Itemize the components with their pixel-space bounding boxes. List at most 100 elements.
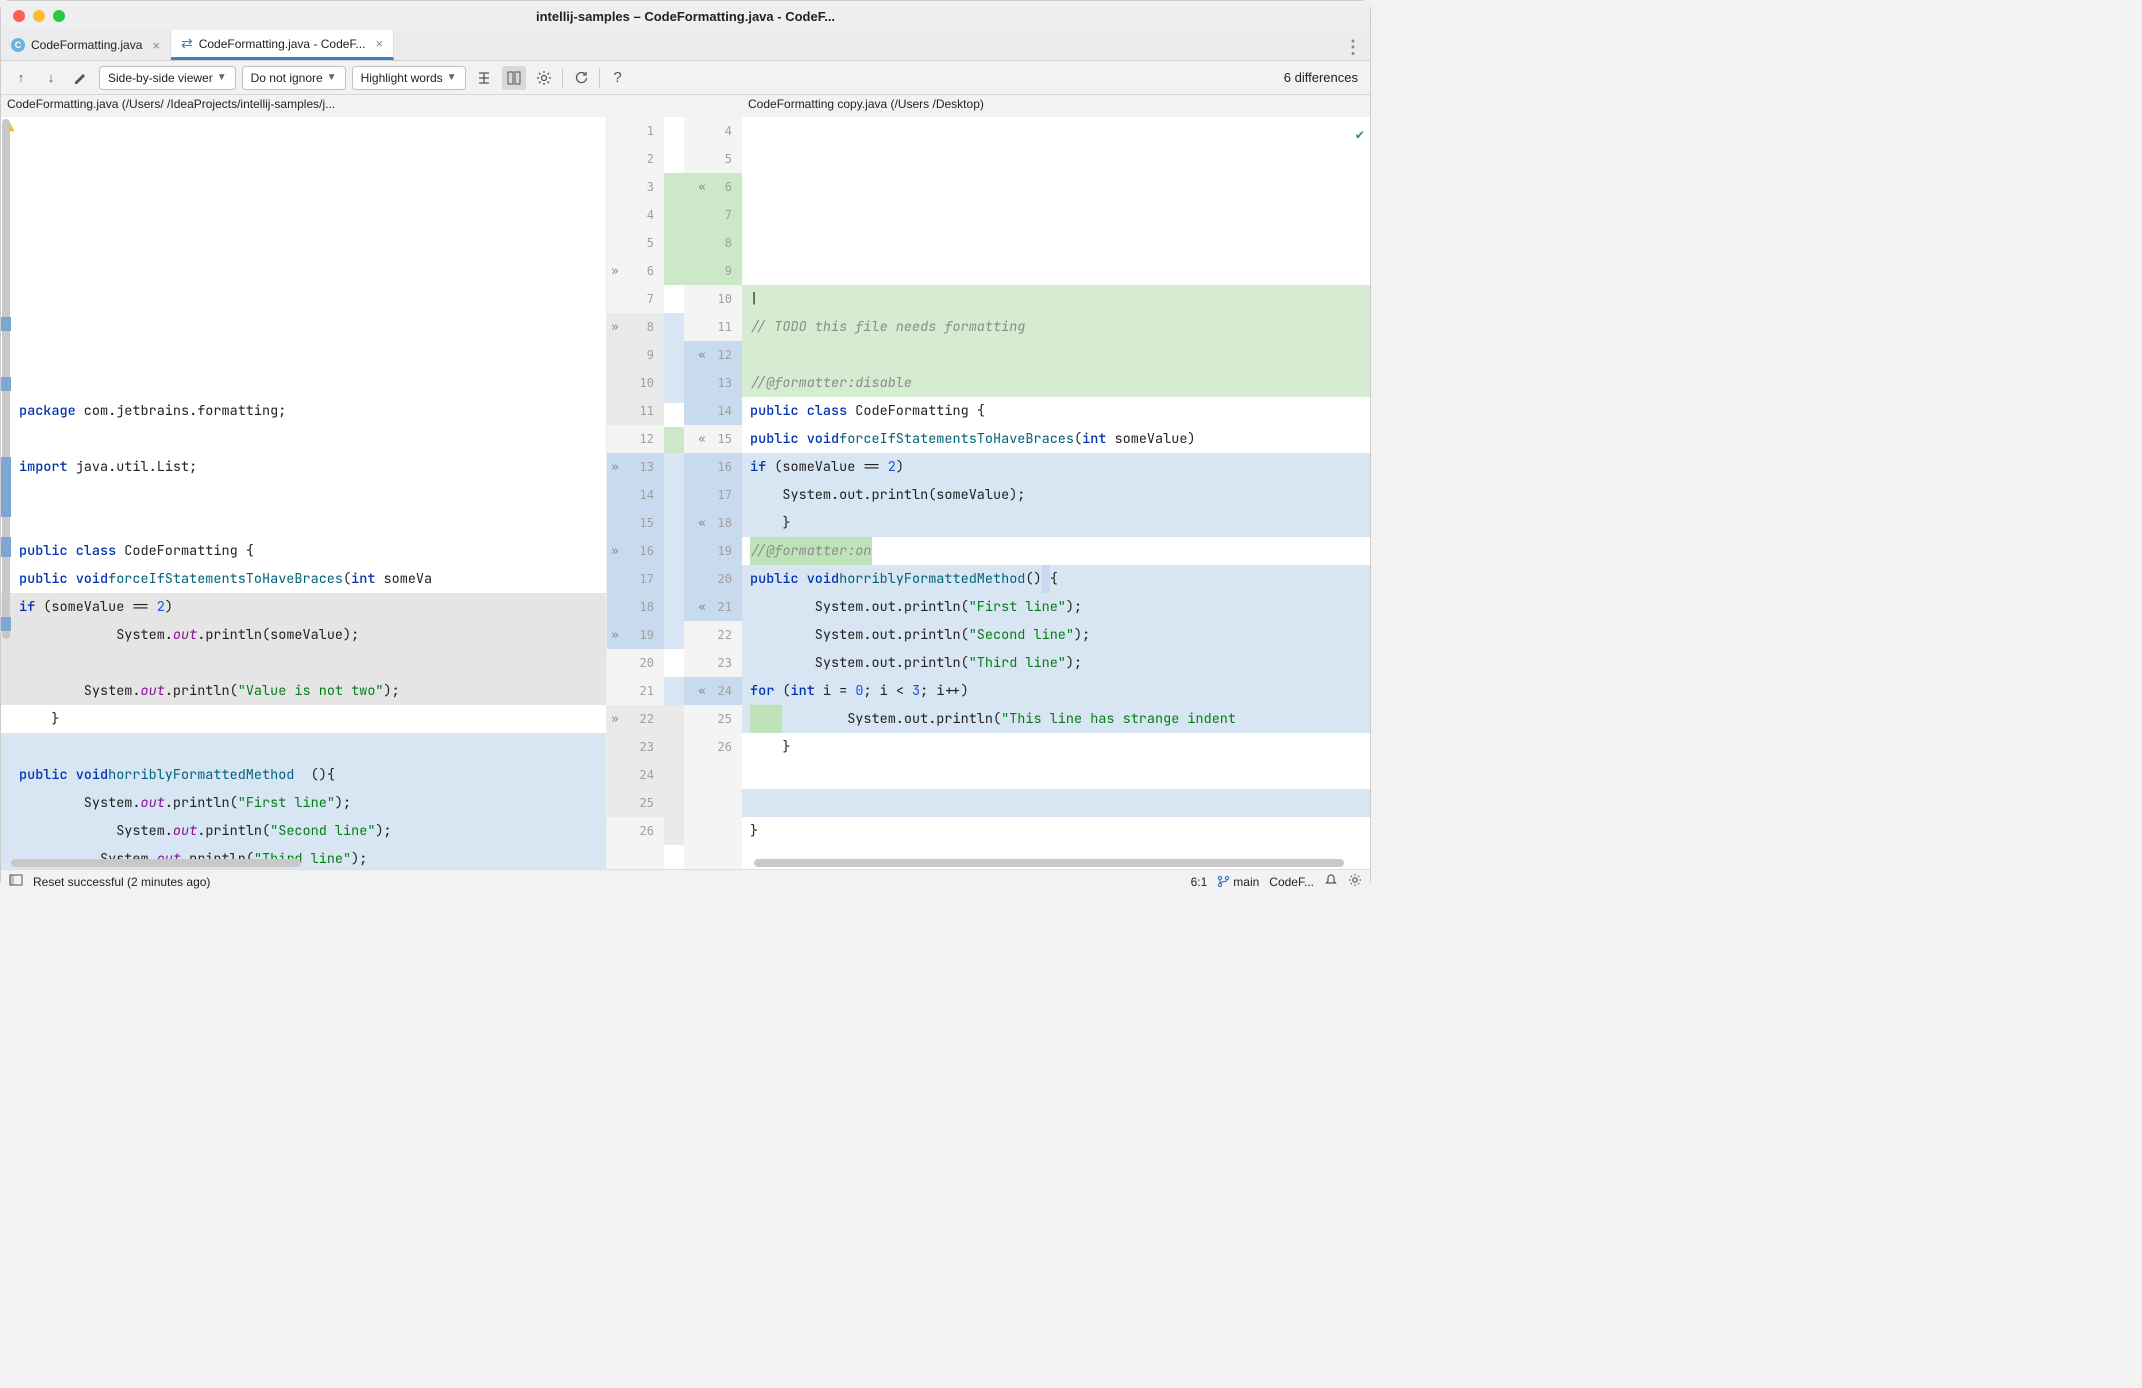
line-number: 6» <box>607 257 664 285</box>
code-line[interactable]: System.out.println("This line has strang… <box>742 705 1370 733</box>
branch-extra-label[interactable]: CodeF... <box>1269 875 1314 889</box>
line-number: 17 <box>607 565 664 593</box>
viewer-mode-dropdown[interactable]: Side-by-side viewer ▼ <box>99 66 236 90</box>
code-line[interactable] <box>1 481 606 509</box>
line-number: 15« <box>684 425 742 453</box>
code-line[interactable] <box>742 341 1370 369</box>
code-line[interactable]: if (someValue == 2) <box>742 453 1370 481</box>
apply-diff-icon[interactable]: « <box>698 600 706 615</box>
diff-marker[interactable] <box>1 537 11 557</box>
apply-diff-icon[interactable]: » <box>611 628 619 643</box>
code-line[interactable] <box>1 649 606 677</box>
refresh-icon[interactable] <box>569 66 593 90</box>
code-line[interactable]: public class CodeFormatting { <box>1 537 606 565</box>
apply-diff-icon[interactable]: « <box>698 432 706 447</box>
tab-codeformatting[interactable]: C CodeFormatting.java × <box>1 30 171 60</box>
apply-diff-icon[interactable]: » <box>611 460 619 475</box>
apply-diff-icon[interactable]: » <box>611 544 619 559</box>
apply-diff-icon[interactable]: » <box>611 320 619 335</box>
apply-diff-icon[interactable]: « <box>698 516 706 531</box>
diff-connector <box>664 117 684 869</box>
code-line[interactable] <box>1 509 606 537</box>
tabbar-menu-icon[interactable]: ⋮ <box>1344 37 1362 58</box>
code-line[interactable]: public class CodeFormatting { <box>742 397 1370 425</box>
apply-diff-icon[interactable]: » <box>611 712 619 727</box>
ignore-mode-dropdown[interactable]: Do not ignore ▼ <box>242 66 346 90</box>
settings-icon[interactable] <box>1348 873 1362 890</box>
line-number: 8» <box>607 313 664 341</box>
code-line[interactable]: public void horriblyFormattedMethod (){ <box>1 761 606 789</box>
titlebar: intellij-samples – CodeFormatting.java -… <box>1 1 1370 31</box>
line-number: 26 <box>684 733 742 761</box>
code-line[interactable]: } <box>742 733 1370 761</box>
diff-marker[interactable] <box>1 457 11 517</box>
apply-diff-icon[interactable]: » <box>611 264 619 279</box>
check-icon: ✔ <box>1356 121 1364 149</box>
line-number: 18 <box>607 593 664 621</box>
code-line[interactable]: System.out.println("Second line"); <box>1 817 606 845</box>
prev-diff-button[interactable]: ↑ <box>9 66 33 90</box>
git-branch[interactable]: main <box>1217 875 1259 889</box>
apply-diff-icon[interactable]: « <box>698 348 706 363</box>
code-line[interactable]: if (someValue == 2) <box>1 593 606 621</box>
collapse-unchanged-icon[interactable] <box>472 66 496 90</box>
scrollbar-horizontal[interactable] <box>754 859 1344 867</box>
code-line[interactable]: | <box>742 285 1370 313</box>
code-line[interactable]: System.out.println(someValue); <box>742 481 1370 509</box>
line-number: 9 <box>607 341 664 369</box>
code-line[interactable]: } <box>742 817 1370 845</box>
scrollbar-horizontal[interactable] <box>11 859 301 867</box>
code-line[interactable]: public void forceIfStatementsToHaveBrace… <box>742 425 1370 453</box>
notifications-icon[interactable] <box>1324 873 1338 890</box>
code-line[interactable] <box>1 425 606 453</box>
status-bar: Reset successful (2 minutes ago) 6:1 mai… <box>1 869 1370 893</box>
code-line[interactable]: //@formatter:on <box>742 537 1370 565</box>
diff-connector-segment <box>664 427 684 455</box>
left-editor[interactable]: package com.jetbrains.formatting; import … <box>1 117 606 869</box>
code-line[interactable]: System.out.println("First line"); <box>1 789 606 817</box>
code-line[interactable] <box>742 789 1370 817</box>
code-line[interactable] <box>742 257 1370 285</box>
line-number: 11 <box>684 313 742 341</box>
code-line[interactable] <box>1 733 606 761</box>
code-line[interactable] <box>742 761 1370 789</box>
code-line[interactable]: package com.jetbrains.formatting; <box>1 397 606 425</box>
right-editor[interactable]: ✔ |// TODO this file needs formatting //@… <box>742 117 1370 869</box>
line-number: 15 <box>607 509 664 537</box>
code-line[interactable]: public void forceIfStatementsToHaveBrace… <box>1 565 606 593</box>
code-line[interactable]: System.out.println(someValue); <box>1 621 606 649</box>
diff-toolbar: ↑ ↓ Side-by-side viewer ▼ Do not ignore … <box>1 61 1370 95</box>
line-number: 17 <box>684 481 742 509</box>
highlight-mode-dropdown[interactable]: Highlight words ▼ <box>352 66 466 90</box>
code-line[interactable]: System.out.println("Third line"); <box>742 649 1370 677</box>
settings-icon[interactable] <box>532 66 556 90</box>
apply-diff-icon[interactable]: « <box>698 684 706 699</box>
close-icon[interactable]: × <box>375 36 383 51</box>
diff-marker[interactable] <box>1 317 11 331</box>
tool-window-icon[interactable] <box>9 873 23 890</box>
code-line[interactable]: // TODO this file needs formatting <box>742 313 1370 341</box>
edit-icon[interactable] <box>69 66 93 90</box>
cursor-position[interactable]: 6:1 <box>1191 875 1208 889</box>
code-line[interactable]: } <box>742 509 1370 537</box>
code-line[interactable]: System.out.println("Value is not two"); <box>1 677 606 705</box>
close-icon[interactable]: × <box>152 38 160 53</box>
code-line[interactable]: for (int i = 0; i < 3; i++) <box>742 677 1370 705</box>
left-gutter: 123456»78»910111213»141516»171819»202122… <box>606 117 664 869</box>
tab-diff-codeformatting[interactable]: ⇄ CodeFormatting.java - CodeF... × <box>171 30 394 60</box>
sync-scroll-icon[interactable] <box>502 66 526 90</box>
code-line[interactable]: //@formatter:disable <box>742 369 1370 397</box>
code-line[interactable]: import java.util.List; <box>1 453 606 481</box>
next-diff-button[interactable]: ↓ <box>39 66 63 90</box>
code-line[interactable]: System.out.println("First line"); <box>742 593 1370 621</box>
help-icon[interactable]: ? <box>606 66 630 90</box>
code-line[interactable]: System.out.println("Second line"); <box>742 621 1370 649</box>
code-line[interactable]: public void horriblyFormattedMethod() { <box>742 565 1370 593</box>
diff-marker[interactable] <box>1 617 11 631</box>
chevron-down-icon: ▼ <box>327 72 337 83</box>
code-line[interactable]: } <box>1 705 606 733</box>
diff-marker[interactable] <box>1 377 11 391</box>
line-number: 4 <box>684 117 742 145</box>
apply-diff-icon[interactable]: « <box>698 180 706 195</box>
code-line[interactable] <box>742 229 1370 257</box>
